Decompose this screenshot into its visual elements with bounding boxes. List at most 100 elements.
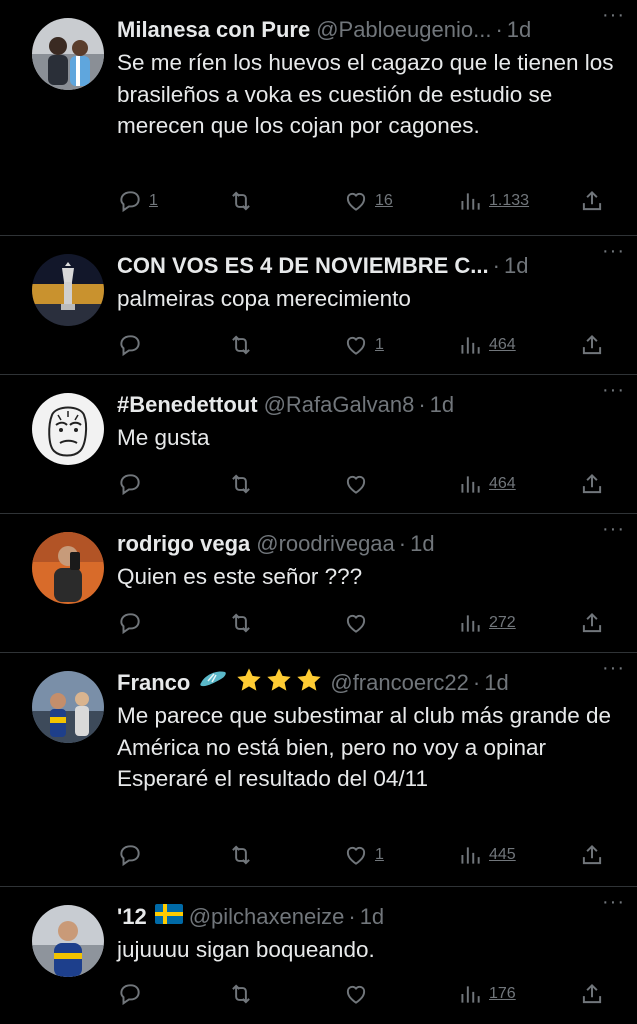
tweet[interactable]: CON VOS ES 4 DE NOVIEMBRE C... · 1d palm… [0,236,637,375]
reply-button[interactable]: 1 [117,188,158,214]
like-count: 1 [375,846,384,863]
username[interactable]: @roodrivegaa [256,530,395,558]
like-button[interactable]: 1 [343,332,384,358]
views-button[interactable]: 445 [457,842,516,868]
reply-button[interactable] [117,610,143,636]
display-name[interactable]: Milanesa con Pure [117,16,310,44]
share-icon [582,844,602,865]
display-name[interactable]: #Benedettout [117,391,258,419]
avatar[interactable] [32,18,104,90]
tweet-header: '12 @pilchaxeneize · 1d [117,903,615,931]
tweet-header: Milanesa con Pure @Pabloeugenio... · 1d [117,16,615,44]
views-button[interactable]: 176 [457,981,516,1007]
reply-button[interactable] [117,332,143,358]
like-icon [346,192,366,211]
tweet[interactable]: '12 @pilchaxeneize · 1d jujuuuu sigan bo… [0,887,637,1024]
share-button[interactable] [579,610,605,636]
retweet-button[interactable] [228,842,254,868]
reply-icon [120,474,140,496]
view-count: 176 [489,985,516,1002]
more-icon[interactable]: ··· [602,379,625,402]
reply-icon [120,335,140,357]
tweet-header: #Benedettout @RafaGalvan8 · 1d [117,391,615,419]
like-icon [346,985,366,1004]
share-icon [582,473,602,494]
tweet-actions: 176 [117,979,615,1009]
like-button[interactable] [343,610,369,636]
retweet-icon [232,474,250,494]
username[interactable]: @RafaGalvan8 [264,391,415,419]
reply-button[interactable] [117,981,143,1007]
avatar[interactable] [32,532,104,604]
tweet-header: Franco @francoerc22 · 1d [117,667,615,699]
tweet[interactable]: Milanesa con Pure @Pabloeugenio... · 1d … [0,0,637,236]
tweet-actions: 1 464 [117,330,615,360]
display-name[interactable]: CON VOS ES 4 DE NOVIEMBRE C... [117,252,489,280]
timestamp[interactable]: 1d [507,16,531,44]
retweet-button[interactable] [228,188,254,214]
username[interactable]: @pilchaxeneize [189,903,345,931]
share-button[interactable] [579,188,605,214]
tweet[interactable]: Franco @francoerc22 · 1d Me parece que s… [0,653,637,887]
tweet[interactable]: #Benedettout @RafaGalvan8 · 1d Me gusta … [0,375,637,514]
reply-icon [120,613,140,635]
timestamp[interactable]: 1d [430,391,454,419]
share-button[interactable] [579,332,605,358]
share-button[interactable] [579,981,605,1007]
more-icon[interactable]: ··· [602,657,625,680]
tweet-actions: 272 [117,608,615,638]
tweet[interactable]: rodrigo vega @roodrivegaa · 1d Quien es … [0,514,637,653]
retweet-button[interactable] [228,610,254,636]
like-button[interactable]: 1 [343,842,384,868]
separator: · [472,670,481,695]
avatar[interactable] [32,254,104,326]
avatar[interactable] [32,393,104,465]
retweet-button[interactable] [228,332,254,358]
timestamp[interactable]: 1d [484,669,508,697]
like-count: 16 [375,192,393,209]
views-icon [461,847,480,864]
separator: · [398,531,407,556]
views-button[interactable]: 272 [457,610,516,636]
reply-button[interactable] [117,471,143,497]
share-button[interactable] [579,471,605,497]
like-icon [346,846,366,865]
share-icon [582,983,602,1004]
like-button[interactable] [343,981,369,1007]
avatar[interactable] [32,671,104,743]
like-button[interactable] [343,471,369,497]
more-icon[interactable]: ··· [602,518,625,541]
timestamp[interactable]: 1d [504,252,528,280]
display-name[interactable]: rodrigo vega [117,530,250,558]
username[interactable]: @Pabloeugenio... [316,16,491,44]
display-name[interactable]: Franco [117,669,190,697]
more-icon[interactable]: ··· [602,240,625,263]
display-name[interactable]: '12 [117,903,147,931]
views-icon [461,986,480,1003]
separator: · [495,17,503,42]
like-icon [346,614,366,633]
avatar[interactable] [32,905,104,977]
like-count: 1 [375,336,384,353]
username[interactable]: @francoerc22 [330,669,469,697]
views-button[interactable]: 464 [457,332,516,358]
flip-flop-emoji-icon [198,668,228,699]
timestamp[interactable]: 1d [410,530,434,558]
views-button[interactable]: 1.133 [457,188,529,214]
views-icon [461,337,480,354]
more-icon[interactable]: ··· [602,4,625,27]
tweet-text: Quien es este señor ??? [117,564,363,589]
reply-button[interactable] [117,842,143,868]
retweet-button[interactable] [228,471,254,497]
views-icon [461,615,480,632]
tweet-header: CON VOS ES 4 DE NOVIEMBRE C... · 1d [117,252,615,280]
like-button[interactable]: 16 [343,188,393,214]
view-count: 464 [489,475,516,492]
share-button[interactable] [579,842,605,868]
retweet-button[interactable] [228,981,254,1007]
timestamp[interactable]: 1d [360,903,384,931]
more-icon[interactable]: ··· [602,891,625,914]
views-button[interactable]: 464 [457,471,516,497]
share-icon [582,334,602,355]
retweet-icon [232,191,250,211]
